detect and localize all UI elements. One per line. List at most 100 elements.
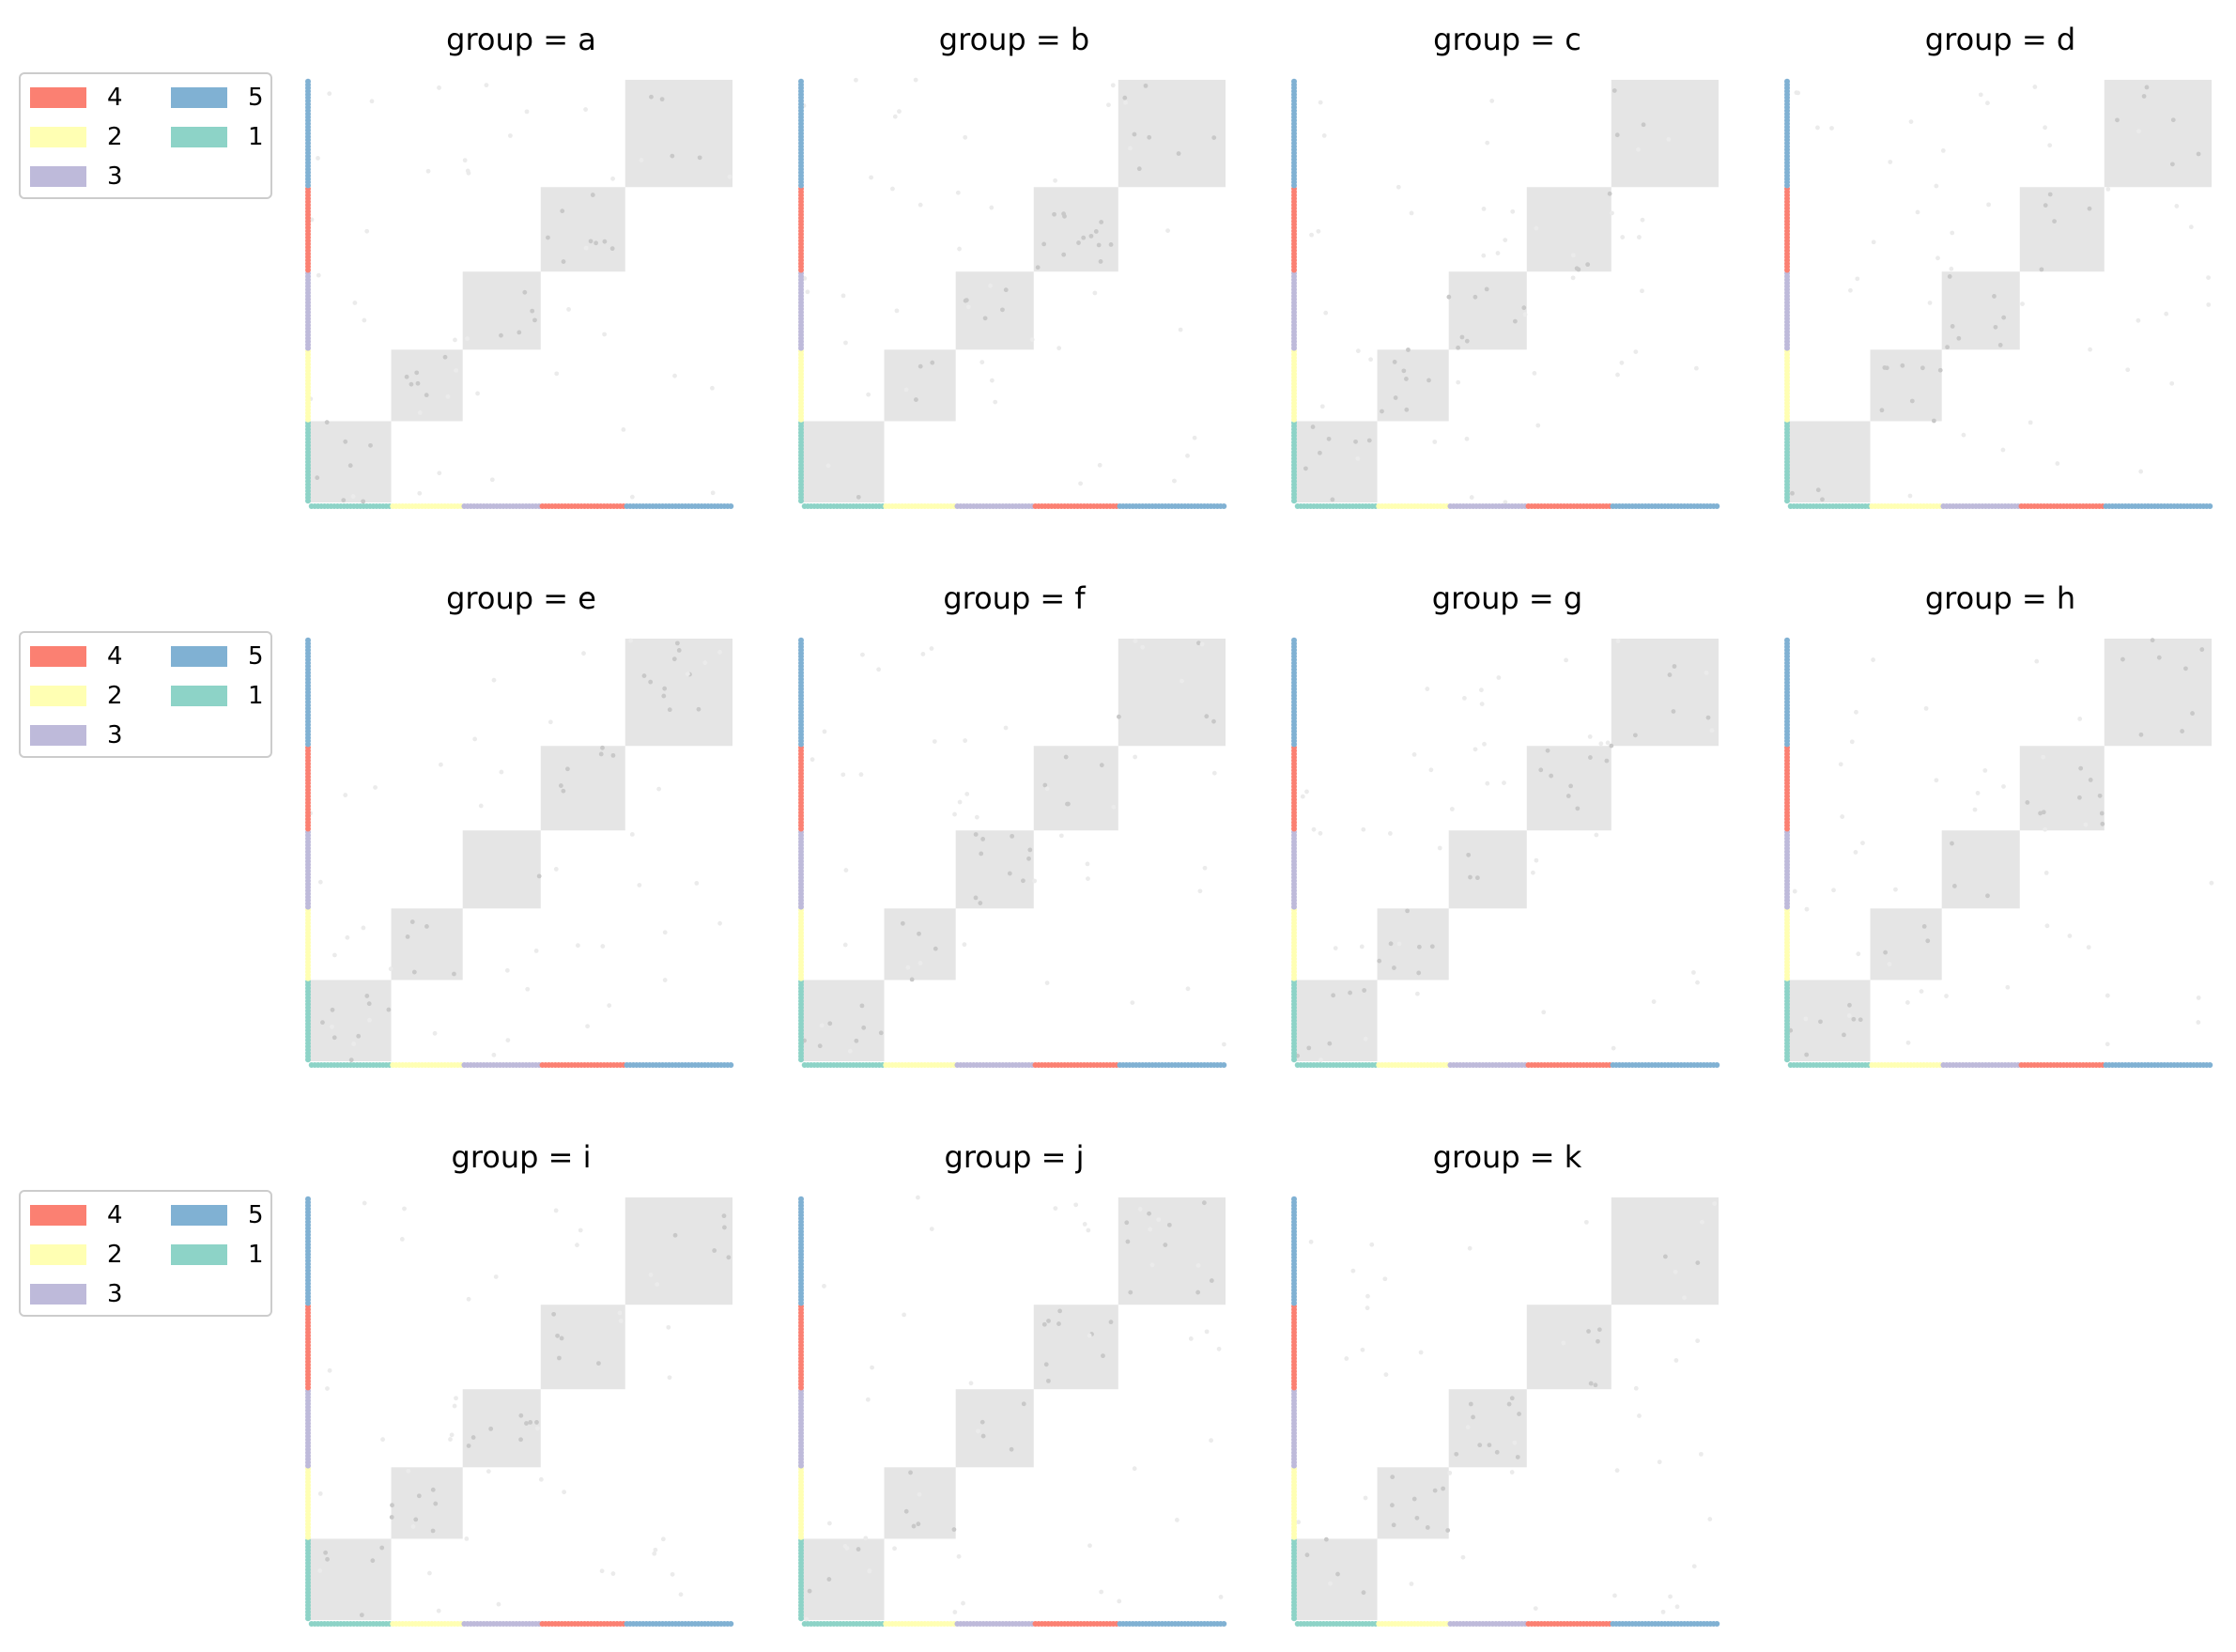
edge-point — [710, 490, 716, 496]
edge-point — [1610, 210, 1614, 216]
edge-point — [817, 1043, 823, 1049]
edge-point — [1363, 1036, 1368, 1042]
edge-point — [1211, 135, 1217, 141]
edge-point — [417, 490, 423, 496]
edge-point — [678, 1592, 684, 1598]
edge-point — [993, 399, 998, 405]
legend-swatch — [171, 646, 227, 667]
edge-point — [343, 793, 348, 797]
edge-point — [1046, 1378, 1051, 1383]
community-block-1 — [803, 980, 885, 1061]
edge-point — [2047, 143, 2053, 148]
edge-point — [2043, 125, 2048, 131]
facet-title-k: group = k — [1433, 1139, 1582, 1175]
node-marker-5 — [1784, 78, 1790, 85]
edge-point — [1056, 346, 1062, 351]
edge-point — [370, 1558, 376, 1564]
edge-point — [1188, 1336, 1194, 1341]
legend-entry-1: 1 — [171, 1241, 264, 1269]
edge-point — [600, 944, 606, 949]
edge-point — [1583, 1219, 1589, 1225]
edge-point — [1125, 1239, 1131, 1244]
edge-point — [583, 107, 588, 112]
y-node-markers — [1784, 78, 1790, 504]
edge-point — [1123, 100, 1128, 105]
edge-point — [1204, 714, 1210, 719]
node-marker-5 — [1221, 1062, 1227, 1068]
edge-point — [1851, 1016, 1857, 1022]
edge-point — [2120, 656, 2125, 662]
edge-point — [2041, 810, 2046, 815]
edge-point — [1087, 1333, 1092, 1338]
edge-point — [1934, 778, 1939, 783]
edge-point — [1445, 1528, 1451, 1533]
edge-point — [1365, 1305, 1370, 1311]
legend-swatch — [30, 646, 86, 667]
edge-point — [1605, 740, 1611, 746]
edge-point — [1380, 409, 1384, 414]
edge-point — [562, 1490, 567, 1495]
edge-point — [905, 965, 911, 970]
edge-point — [1128, 1289, 1133, 1295]
edge-point — [1570, 253, 1576, 258]
edge-point — [1185, 453, 1190, 458]
edge-point — [1058, 833, 1064, 839]
edge-point — [843, 340, 848, 346]
edge-point — [1657, 1459, 1662, 1465]
community-block-5 — [1611, 639, 1719, 747]
edge-point — [1574, 266, 1580, 271]
facet-panel-b: group = b — [798, 22, 1227, 509]
edge-point — [2183, 666, 2188, 672]
edge-point — [869, 175, 873, 180]
edge-point — [1032, 878, 1038, 884]
edge-point — [1209, 1278, 1214, 1283]
edge-point — [1165, 228, 1170, 233]
community-block-3 — [955, 271, 1034, 350]
edge-point — [900, 920, 905, 926]
edge-point — [1905, 1040, 1911, 1045]
legend-swatch — [30, 127, 86, 147]
edge-point — [1982, 767, 1988, 773]
node-marker-5 — [728, 1621, 734, 1627]
edge-point — [1619, 360, 1625, 365]
edge-point — [406, 1468, 411, 1474]
edge-point — [670, 153, 675, 159]
edge-point — [933, 946, 938, 951]
edge-point — [1927, 301, 1933, 305]
edge-point — [1515, 1455, 1520, 1459]
edge-point — [2097, 793, 2103, 798]
edge-point — [430, 1528, 436, 1534]
y-node-markers — [798, 78, 804, 504]
edge-point — [596, 1361, 601, 1366]
edge-point — [1596, 1327, 1602, 1333]
edge-point — [2105, 1042, 2110, 1047]
edge-point — [1362, 988, 1367, 993]
edge-point — [1149, 1262, 1155, 1268]
edge-point — [1133, 639, 1138, 643]
edge-point — [1923, 705, 1929, 711]
x-node-markers — [1787, 1062, 2213, 1068]
edge-point — [1993, 324, 1998, 330]
node-marker-5 — [1291, 78, 1297, 85]
edge-point — [364, 228, 370, 234]
edge-point — [1471, 1414, 1475, 1420]
edge-point — [2083, 822, 2089, 827]
edge-point — [1473, 294, 1478, 300]
edge-point — [1502, 780, 1506, 786]
edge-point — [2136, 129, 2141, 134]
x-node-markers — [801, 1621, 1227, 1627]
edge-point — [1044, 786, 1050, 792]
legend-row-1: 4 5 2 1 3 — [19, 72, 272, 199]
edge-point — [1961, 432, 1966, 438]
edge-point — [1202, 865, 1208, 871]
edge-point — [1321, 132, 1327, 138]
edge-point — [1900, 363, 1905, 368]
edge-point — [1098, 259, 1103, 264]
edge-point — [507, 133, 513, 138]
edge-point — [1044, 980, 1050, 986]
edge-point — [1401, 368, 1407, 374]
edge-point — [1390, 1503, 1395, 1508]
edge-point — [863, 1536, 869, 1541]
facet-panel-c: group = c — [1291, 22, 1720, 509]
edge-point — [534, 1420, 539, 1425]
